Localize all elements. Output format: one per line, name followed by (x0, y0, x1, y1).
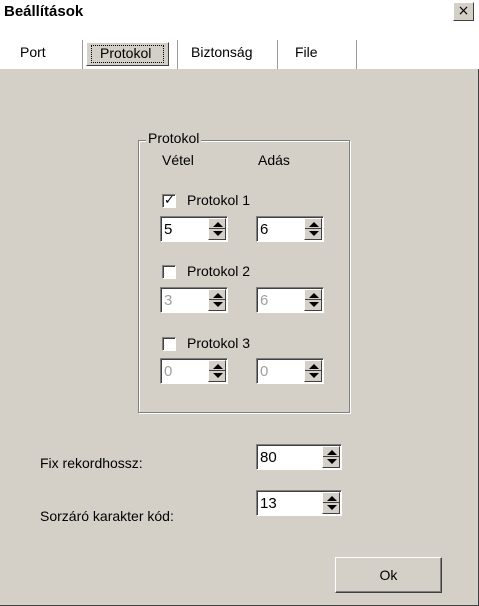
tab-biztonsag[interactable]: Biztonság (178, 24, 276, 69)
spin-arrows-icon[interactable] (304, 360, 322, 382)
spin-arrows-icon[interactable] (208, 218, 226, 240)
record-length-label: Fix rekordhossz: (40, 455, 143, 471)
record-length-spinner[interactable]: 80 (256, 444, 342, 470)
protokol-3-checkbox[interactable] (162, 337, 176, 351)
protokol-3-send-spinner[interactable]: 0 (256, 358, 324, 384)
protokol-2-checkbox[interactable] (162, 265, 176, 279)
spinner-value: 0 (260, 363, 269, 380)
tab-port[interactable]: Port (0, 24, 82, 69)
protokol-3-label: Protokol 3 (187, 335, 251, 351)
protokol-2-send-spinner[interactable]: 6 (256, 287, 324, 313)
protokol-2-label: Protokol 2 (187, 263, 251, 279)
spinner-value: 6 (260, 221, 269, 238)
tab-separator (82, 40, 83, 69)
ok-button[interactable]: Ok (335, 557, 442, 593)
column-label-receive: Vétel (162, 152, 194, 168)
column-label-send: Adás (258, 152, 290, 168)
protokol-1-send-spinner[interactable]: 6 (256, 216, 324, 242)
checkmark-icon: ✓ (164, 193, 175, 208)
spin-arrows-icon[interactable] (304, 289, 322, 311)
line-end-char-spinner[interactable]: 13 (256, 490, 342, 516)
tab-file-label: File (295, 44, 318, 60)
title-bar: Beállítások × (0, 0, 479, 24)
close-button[interactable]: × (453, 2, 474, 21)
tab-file[interactable]: File (278, 24, 356, 69)
tab-strip: Port Protokol Biztonság File (0, 24, 479, 69)
protokol-3-receive-spinner[interactable]: 0 (160, 358, 228, 384)
tab-port-label: Port (20, 44, 46, 60)
spin-arrows-icon[interactable] (304, 218, 322, 240)
protokol-2-receive-spinner[interactable]: 3 (160, 287, 228, 313)
line-end-char-label: Sorzáró karakter kód: (40, 508, 174, 524)
spinner-value: 5 (164, 221, 173, 238)
spinner-value: 3 (164, 292, 173, 309)
window-title: Beállítások (4, 3, 84, 20)
tab-biztonsag-label: Biztonság (191, 44, 253, 60)
spin-arrows-icon[interactable] (208, 360, 226, 382)
spinner-value: 6 (260, 292, 269, 309)
spin-arrows-icon[interactable] (322, 492, 340, 514)
group-title: Protokol (146, 130, 202, 146)
protokol-1-receive-spinner[interactable]: 5 (160, 216, 228, 242)
protokol-1-label: Protokol 1 (187, 192, 251, 208)
spin-arrows-icon[interactable] (322, 446, 340, 468)
spin-arrows-icon[interactable] (208, 289, 226, 311)
spinner-value: 13 (260, 495, 277, 512)
close-icon: × (457, 3, 470, 19)
spinner-value: 80 (260, 449, 277, 466)
settings-dialog: Beállítások × Port Protokol Biztonság Fi… (0, 0, 479, 606)
tab-protokol[interactable]: Protokol (86, 42, 169, 66)
tab-separator (356, 40, 357, 69)
spinner-value: 0 (164, 363, 173, 380)
protokol-1-checkbox[interactable]: ✓ (162, 193, 176, 208)
tab-protokol-label: Protokol (100, 45, 152, 61)
